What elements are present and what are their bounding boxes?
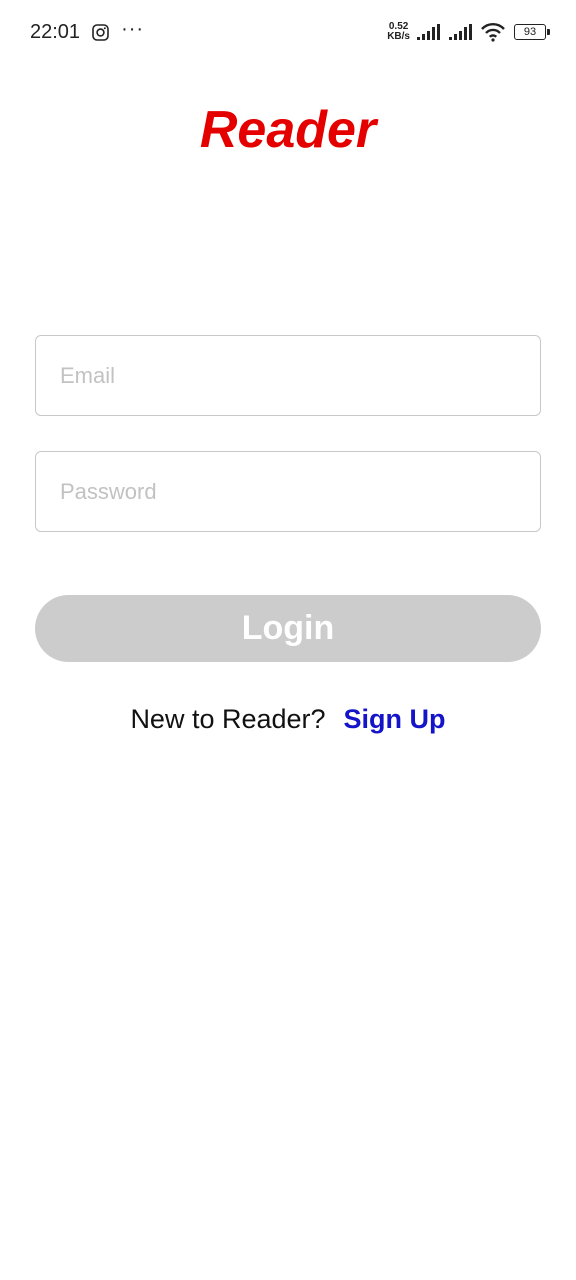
net-speed-unit: KB/s	[387, 31, 410, 42]
wifi-icon	[480, 21, 506, 43]
signup-prompt: New to Reader?	[130, 704, 326, 734]
net-speed: 0.52 KB/s	[387, 22, 410, 42]
email-field[interactable]	[35, 335, 541, 416]
app-title: Reader	[199, 101, 377, 159]
email-input[interactable]	[60, 362, 516, 389]
instagram-icon	[92, 23, 109, 41]
signup-link[interactable]: Sign Up	[344, 704, 446, 735]
password-input[interactable]	[60, 478, 516, 505]
status-bar: 22:01 ··· 0.52 KB/s 93	[0, 0, 576, 64]
login-screen: 22:01 ··· 0.52 KB/s 93 Reader Email Logi…	[0, 0, 576, 1280]
signup-row: New to Reader? Sign Up	[0, 704, 576, 735]
status-left: 22:01 ···	[30, 18, 145, 44]
status-right: 0.52 KB/s 93	[387, 21, 550, 43]
more-icon: ···	[121, 18, 145, 40]
signal-icon	[416, 23, 442, 41]
battery-level: 93	[523, 26, 537, 38]
password-field[interactable]	[35, 451, 541, 532]
login-button[interactable]: Login	[35, 595, 541, 662]
signal-icon-2	[448, 23, 474, 41]
battery-icon: 93	[514, 24, 550, 40]
status-time: 22:01	[30, 20, 81, 43]
